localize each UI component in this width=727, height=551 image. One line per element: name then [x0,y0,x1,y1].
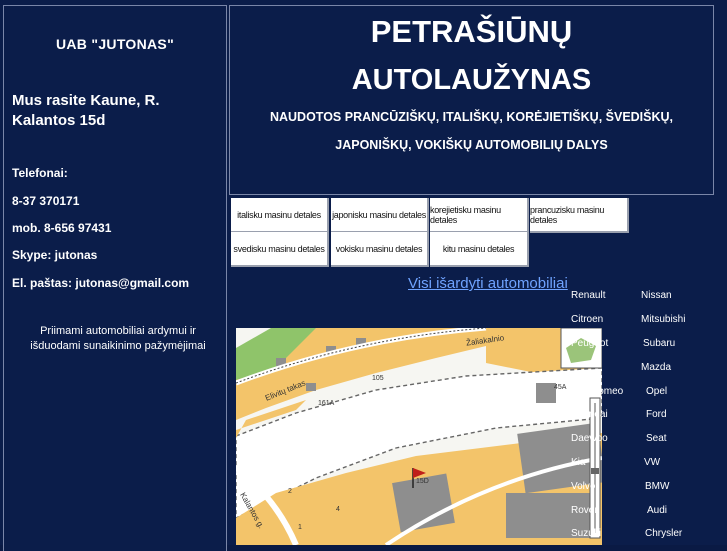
brand-link-subaru[interactable]: Subaru [643,338,675,349]
map-graphic [236,328,602,545]
brand-link-suzuki[interactable]: Suzuki [571,528,601,539]
map-house-number: 45A [554,384,567,391]
tab-french-parts[interactable]: prancuzisku masinu detales [530,198,629,233]
brand-link-rover[interactable]: Rover [571,505,598,516]
brand-link-peugeot[interactable]: Peugeot [571,338,608,349]
email-contact: El. paštas: jutonas@gmail.com [12,276,190,290]
brand-link-opel[interactable]: Opel [646,386,667,397]
brand-link-mazda[interactable]: Mazda [641,362,671,373]
brand-link-kia[interactable]: Kia [571,457,585,468]
brand-link-hyundai[interactable]: Hyundai [571,409,608,420]
brand-link-bmw[interactable]: BMW [645,481,669,492]
map-house-number: 4 [336,506,340,513]
map-house-number: 2 [288,488,292,495]
page: UAB "JUTONAS" Mus rasite Kaune, R. Kalan… [0,0,727,551]
map-house-number: 15D [416,478,429,485]
brand-link-chrysler[interactable]: Chrysler [645,528,682,539]
header: PETRAŠIŪNŲ AUTOLAUŽYNAS NAUDOTOS PRANCŪZ… [229,5,714,195]
brand-link-renault[interactable]: Renault [571,290,605,301]
tab-japanese-parts[interactable]: japonisku masinu detales [331,198,429,233]
page-title: PETRAŠIŪNŲ [370,14,573,49]
skype-contact: Skype: jutonas [12,248,98,262]
map-house-number: 105 [372,375,384,382]
brand-link-vw[interactable]: VW [644,457,660,468]
location-map[interactable]: Žaliakalnio Elivitų takas Kalantos g. 10… [236,328,602,545]
tab-italian-parts[interactable]: italisku masinu detales [231,198,329,233]
page-title-line2: AUTOLAUŽYNAS [351,64,592,96]
address: Mus rasite Kaune, R. Kalantos 15d [12,92,160,129]
map-house-number: 161A [318,400,335,407]
brand-link-mitsubishi[interactable]: Mitsubishi [641,314,685,325]
all-cars-link[interactable]: Visi išardyti automobiliai [408,275,568,292]
brand-link-alfa-romeo[interactable]: Alfa Romeo [571,386,623,397]
brand-link-daewoo[interactable]: Daewoo [571,433,608,444]
sidebar: UAB "JUTONAS" Mus rasite Kaune, R. Kalan… [3,5,227,551]
tab-swedish-parts[interactable]: svedisku masinu detales [231,232,329,267]
tab-other-parts[interactable]: kitu masinu detales [430,232,529,267]
subtitle: NAUDOTOS PRANCŪZIŠKŲ, ITALIŠKŲ, KORĖJIET… [269,110,674,124]
tab-korean-parts[interactable]: korejietisku masinu detales [430,198,529,233]
phone-number: 8-37 370171 [12,194,80,208]
brand-link-audi[interactable]: Audi [647,505,667,516]
subtitle-line2: JAPONIŠKŲ, VOKIŠKŲ AUTOMOBILIŲ DALYS [335,138,608,152]
brand-link-seat[interactable]: Seat [646,433,667,444]
tab-german-parts[interactable]: vokisku masinu detales [331,232,429,267]
company-name: UAB "JUTONAS" [55,36,175,52]
brand-link-citroen[interactable]: Citroen [571,314,603,325]
map-house-number: 1 [298,524,302,531]
brand-link-nissan[interactable]: Nissan [641,290,672,301]
brand-link-ford[interactable]: Ford [646,409,667,420]
brand-link-volvo[interactable]: Volvo [571,481,595,492]
mobile-number: mob. 8-656 97431 [12,221,112,235]
scrapping-note: Priimami automobiliai ardymui ir išduoda… [30,325,206,352]
phones-label: Telefonai: [12,166,68,180]
